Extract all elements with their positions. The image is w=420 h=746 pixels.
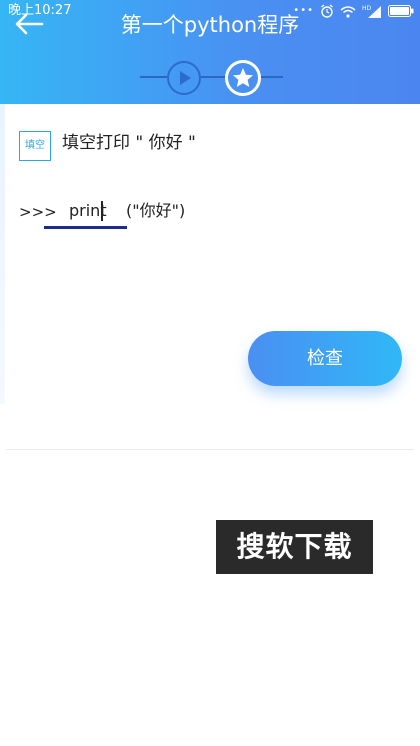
step-star-button[interactable]: [225, 60, 261, 96]
left-edge-decoration: [0, 104, 5, 404]
question-type-badge: 填空: [19, 131, 51, 161]
step-indicator: [0, 52, 420, 102]
network-label: HD: [362, 5, 372, 12]
star-icon: [233, 68, 253, 87]
header: 晚上10:27 ••• HD 第一个python程序: [0, 0, 420, 104]
play-icon: [180, 71, 191, 85]
signal-icon: HD: [362, 5, 381, 18]
exercise-panel: 填空 填空打印 " 你好 " >>> print ("你好") 检查: [0, 104, 420, 746]
screen: 晚上10:27 ••• HD 第一个python程序 填空 填空打印 " 你好 …: [0, 0, 420, 746]
step-line-middle: [201, 76, 225, 78]
answer-blank-input[interactable]: print: [44, 197, 127, 229]
step-play-button[interactable]: [167, 61, 201, 95]
battery-icon: [388, 5, 414, 17]
divider: [6, 449, 414, 450]
page-title: 第一个python程序: [120, 13, 300, 37]
question-text: 填空打印 " 你好 ": [62, 133, 196, 153]
watermark-logo: 搜软下载: [216, 520, 373, 574]
text-caret: [101, 201, 103, 221]
answer-blank-underline: [44, 226, 127, 229]
step-line-right: [261, 76, 283, 78]
back-arrow-icon[interactable]: [14, 12, 44, 36]
code-argument: ("你好"): [126, 201, 186, 220]
check-button[interactable]: 检查: [248, 331, 402, 386]
step-line-left: [140, 76, 167, 78]
